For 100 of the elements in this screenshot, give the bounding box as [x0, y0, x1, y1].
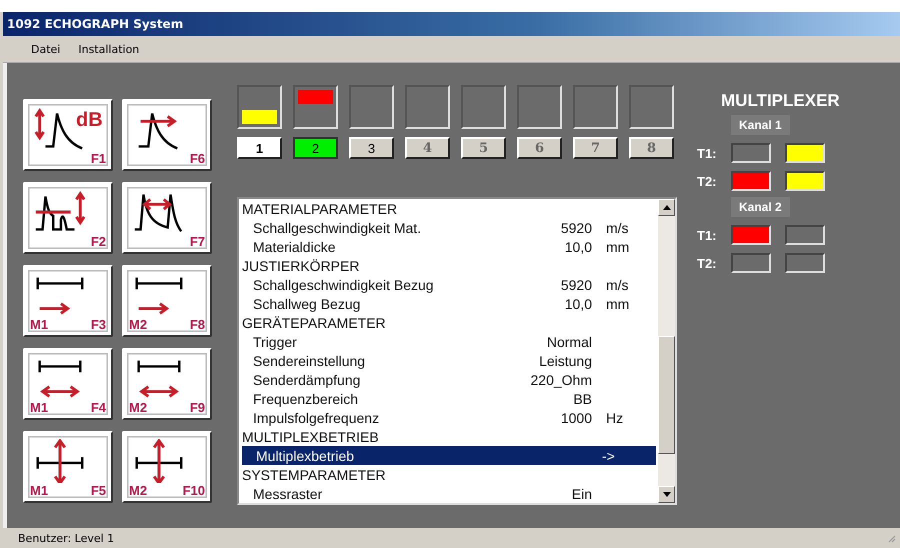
- up-arrow-icon: [662, 205, 670, 210]
- window-title: 1092 ECHOGRAPH System: [7, 17, 184, 31]
- parameter-name: Materialdicke: [253, 238, 336, 254]
- parameter-value: 5920: [560, 276, 592, 292]
- channel-indicator: [293, 85, 338, 129]
- marker-label: M1: [30, 483, 48, 498]
- marker-label: M2: [129, 400, 148, 415]
- db-label: dB: [76, 109, 103, 132]
- parameter-name: Trigger: [253, 334, 298, 350]
- parameter-row[interactable]: Multiplexbetrieb ->: [242, 446, 656, 465]
- channel-label: Kanal 2: [731, 197, 790, 217]
- parameter-value: 1000: [560, 410, 592, 426]
- parameter-row[interactable]: SYSTEMPARAMETER: [242, 465, 656, 484]
- channel-indicator: [573, 85, 618, 129]
- parameter-name: Schallgeschwindigkeit Mat.: [253, 220, 422, 236]
- key-label: F6: [190, 151, 205, 166]
- transducer-label: T1:: [697, 146, 717, 160]
- parameter-row[interactable]: JUSTIERKÖRPER: [242, 256, 656, 275]
- channel-button[interactable]: 2: [293, 137, 338, 159]
- scrollbar[interactable]: [658, 199, 675, 503]
- parameter-value: BB: [573, 390, 592, 406]
- parameter-value: Ein: [572, 486, 592, 502]
- function-key-button[interactable]: F7: [122, 182, 212, 254]
- key-label: F3: [90, 317, 106, 332]
- section-heading: SYSTEMPARAMETER: [242, 466, 387, 482]
- parameter-row[interactable]: Trigger Normal: [242, 332, 656, 351]
- down-arrow-icon: [662, 492, 670, 497]
- multiplexer-title: MULTIPLEXER: [721, 91, 841, 111]
- menu-item[interactable]: Installation: [78, 42, 140, 56]
- parameter-unit: m/s: [606, 220, 629, 236]
- channel-button[interactable]: 3: [349, 137, 394, 159]
- parameter-value: 5920: [560, 220, 592, 236]
- channel-indicator: [349, 85, 394, 129]
- parameter-name: Senderdämpfung: [253, 372, 362, 388]
- parameter-name: Impulsfolgefrequenz: [253, 410, 380, 426]
- key-label: F2: [90, 234, 106, 249]
- parameter-value: Leistung: [539, 352, 592, 368]
- key-label: F8: [190, 317, 205, 332]
- marker-label: M2: [129, 317, 148, 332]
- section-heading: MULTIPLEXBETRIEB: [242, 428, 380, 444]
- parameter-name: Multiplexbetrieb: [256, 448, 356, 464]
- function-key-button[interactable]: M2 F10: [122, 431, 212, 503]
- scroll-down-button[interactable]: [658, 486, 675, 503]
- parameter-unit: m/s: [606, 276, 629, 292]
- parameter-row[interactable]: Senderdämpfung 220_Ohm: [242, 370, 656, 389]
- parameter-row[interactable]: Impulsfolgefrequenz 1000 Hz: [242, 408, 656, 427]
- parameter-value: 10,0: [564, 296, 592, 312]
- function-key-button[interactable]: M2 F8: [122, 265, 212, 337]
- resize-grip-icon: [886, 533, 896, 543]
- parameter-row[interactable]: MATERIALPARAMETER: [242, 199, 656, 218]
- parameter-row[interactable]: MULTIPLEXBETRIEB: [242, 427, 656, 446]
- key-label: F1: [90, 151, 106, 166]
- section-heading: MATERIALPARAMETER: [242, 200, 398, 216]
- parameter-unit: Hz: [606, 410, 624, 426]
- function-key-button[interactable]: F2: [23, 182, 113, 254]
- function-key-button[interactable]: dB F1: [23, 99, 113, 171]
- parameter-row[interactable]: Sendereinstellung Leistung: [242, 351, 656, 370]
- parameter-row[interactable]: Schallgeschwindigkeit Mat. 5920 m/s: [242, 218, 656, 237]
- key-label: F10: [182, 483, 205, 498]
- parameter-value: Normal: [546, 334, 592, 350]
- marker-label: M2: [129, 483, 148, 498]
- channel-indicator: [629, 85, 674, 129]
- transducer-label: T2:: [697, 256, 717, 270]
- parameter-row[interactable]: GERÄTEPARAMETER: [242, 313, 656, 332]
- parameter-name: Frequenzbereich: [253, 390, 360, 406]
- parameter-value: 220_Ohm: [530, 372, 592, 388]
- channel-indicator: [237, 85, 282, 129]
- parameter-row[interactable]: Schallgeschwindigkeit Bezug 5920 m/s: [242, 275, 656, 294]
- function-key-button[interactable]: F6: [122, 99, 212, 171]
- key-label: F7: [190, 234, 205, 249]
- key-label: F5: [90, 483, 106, 498]
- parameter-row[interactable]: Materialdicke 10,0 mm: [242, 237, 656, 256]
- marker-label: M1: [30, 317, 48, 332]
- channel-button[interactable]: 1: [237, 137, 282, 159]
- status-text: Benutzer: Level 1: [18, 532, 114, 544]
- parameter-row[interactable]: Schallweg Bezug 10,0 mm: [242, 294, 656, 313]
- parameter-name: Sendereinstellung: [253, 352, 366, 368]
- key-label: F4: [90, 400, 106, 415]
- marker-label: M1: [30, 400, 48, 415]
- channel-label: Kanal 1: [731, 115, 790, 135]
- parameter-row[interactable]: Messraster Ein: [242, 484, 656, 503]
- function-key-button[interactable]: M2 F9: [122, 348, 212, 420]
- key-label: F9: [190, 400, 205, 415]
- menu-item[interactable]: Datei: [31, 42, 60, 56]
- function-key-button[interactable]: M1 F4: [23, 348, 113, 420]
- scroll-thumb[interactable]: [658, 336, 675, 454]
- function-key-button[interactable]: M1 F5: [23, 431, 113, 503]
- scroll-up-button[interactable]: [658, 199, 675, 216]
- parameter-unit: ->: [602, 448, 615, 464]
- channel-indicator: [517, 85, 562, 129]
- parameter-name: Schallgeschwindigkeit Bezug: [253, 276, 435, 292]
- parameter-unit: mm: [606, 296, 630, 312]
- parameter-value: 10,0: [564, 238, 592, 254]
- parameter-name: Schallweg Bezug: [253, 296, 362, 312]
- transducer-label: T1:: [697, 228, 717, 242]
- function-key-button[interactable]: M1 F3: [23, 265, 113, 337]
- parameter-row[interactable]: Frequenzbereich BB: [242, 389, 656, 408]
- section-heading: JUSTIERKÖRPER: [242, 258, 360, 274]
- channel-indicator: [405, 85, 450, 129]
- parameter-name: Messraster: [253, 486, 324, 502]
